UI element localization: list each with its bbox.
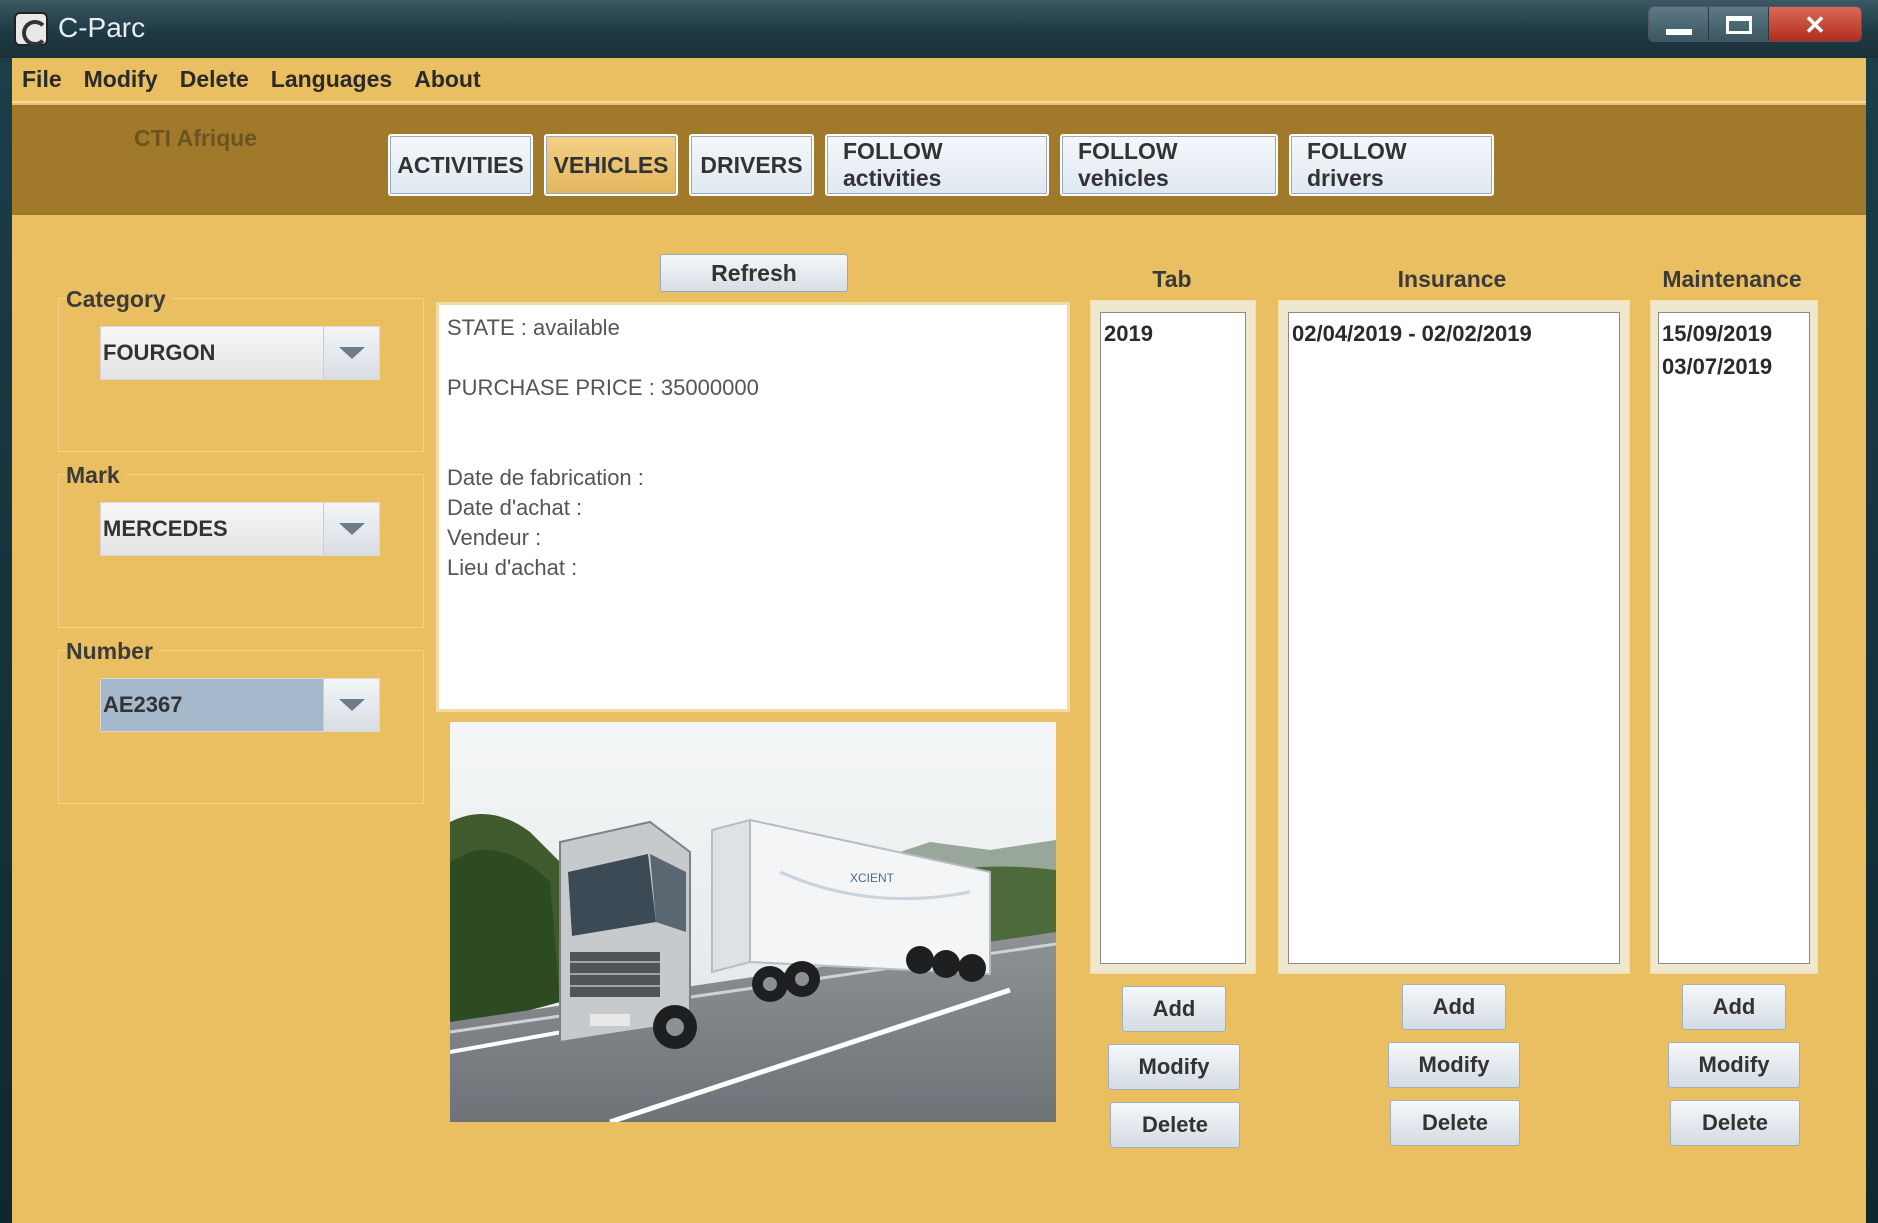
menu-file[interactable]: File	[22, 66, 62, 93]
close-icon: ✕	[1804, 9, 1826, 40]
tab-follow-drivers[interactable]: FOLLOW drivers	[1289, 134, 1494, 196]
list-item[interactable]: 15/09/2019	[1662, 317, 1806, 350]
category-dropdown-button[interactable]	[323, 327, 379, 379]
tab-add-button[interactable]: Add	[1122, 986, 1226, 1032]
number-label: Number	[66, 638, 159, 665]
menu-delete[interactable]: Delete	[180, 66, 249, 93]
tab-column-title: Tab	[1152, 266, 1192, 292]
maintenance-column-title: Maintenance	[1662, 266, 1802, 292]
mark-combo[interactable]: MERCEDES	[100, 502, 380, 556]
chevron-down-icon	[338, 347, 365, 359]
menu-about[interactable]: About	[414, 66, 480, 93]
list-item[interactable]: 02/04/2019 - 02/02/2019	[1292, 317, 1616, 350]
tab-modify-button[interactable]: Modify	[1108, 1044, 1240, 1090]
price-text: PURCHASE PRICE : 35000000	[447, 375, 759, 400]
company-name: CTI Afrique	[134, 125, 258, 151]
refresh-button[interactable]: Refresh	[660, 254, 848, 292]
category-label: Category	[66, 286, 172, 313]
maintenance-delete-button[interactable]: Delete	[1670, 1100, 1800, 1146]
number-dropdown-button[interactable]	[323, 679, 379, 731]
number-combo[interactable]: AE2367	[100, 678, 380, 732]
tab-follow-vehicles[interactable]: FOLLOW vehicles	[1060, 134, 1278, 196]
menu-bar: File Modify Delete Languages About	[12, 58, 1866, 103]
state-text: STATE : available	[447, 315, 620, 340]
minimize-button[interactable]	[1649, 7, 1709, 41]
title-bar: C-Parc ✕	[0, 0, 1878, 58]
vehicle-info-panel: STATE : available PURCHASE PRICE : 35000…	[436, 302, 1070, 712]
tab-drivers[interactable]: DRIVERS	[689, 134, 814, 196]
maximize-button[interactable]	[1709, 7, 1769, 41]
category-value: FOURGON	[101, 327, 323, 379]
chevron-down-icon	[338, 699, 365, 711]
list-item[interactable]: 03/07/2019	[1662, 350, 1806, 383]
close-button[interactable]: ✕	[1769, 7, 1861, 41]
list-item[interactable]: 2019	[1104, 317, 1242, 350]
maintenance-add-button[interactable]: Add	[1682, 984, 1786, 1030]
tab-vehicles[interactable]: VEHICLES	[544, 134, 678, 196]
svg-text:XCIENT: XCIENT	[850, 871, 895, 885]
menu-modify[interactable]: Modify	[84, 66, 158, 93]
purchase-date-text: Date d'achat :	[447, 495, 583, 520]
chevron-down-icon	[338, 523, 365, 535]
vehicle-photo: XCIENT	[450, 722, 1056, 1122]
main-tabs: ACTIVITIES VEHICLES DRIVERS FOLLOW activ…	[388, 134, 1494, 196]
app-window: C-Parc ✕ File Modify Delete Languages Ab…	[0, 0, 1878, 1223]
maintenance-list[interactable]: 15/09/2019 03/07/2019	[1658, 312, 1810, 964]
category-combo[interactable]: FOURGON	[100, 326, 380, 380]
window-controls: ✕	[1648, 6, 1862, 42]
minimize-icon	[1665, 29, 1692, 35]
tab-list[interactable]: 2019	[1100, 312, 1246, 964]
truck-image: XCIENT	[450, 722, 1056, 1122]
fabrication-date-text: Date de fabrication :	[447, 465, 644, 490]
window-title: C-Parc	[58, 12, 146, 43]
insurance-column-title: Insurance	[1397, 266, 1507, 292]
insurance-modify-button[interactable]: Modify	[1388, 1042, 1520, 1088]
mark-dropdown-button[interactable]	[323, 503, 379, 555]
mark-value: MERCEDES	[101, 503, 323, 555]
tab-delete-button[interactable]: Delete	[1110, 1102, 1240, 1148]
tab-activities[interactable]: ACTIVITIES	[388, 134, 533, 196]
insurance-list[interactable]: 02/04/2019 - 02/02/2019	[1288, 312, 1620, 964]
menu-languages[interactable]: Languages	[271, 66, 392, 93]
insurance-delete-button[interactable]: Delete	[1390, 1100, 1520, 1146]
seller-text: Vendeur :	[447, 525, 542, 550]
number-value: AE2367	[101, 679, 323, 731]
insurance-add-button[interactable]: Add	[1402, 984, 1506, 1030]
tab-follow-activities[interactable]: FOLLOW activities	[825, 134, 1049, 196]
app-icon	[14, 12, 48, 46]
maintenance-modify-button[interactable]: Modify	[1668, 1042, 1800, 1088]
mark-label: Mark	[66, 462, 126, 489]
maximize-icon	[1725, 16, 1752, 34]
purchase-place-text: Lieu d'achat :	[447, 555, 578, 580]
